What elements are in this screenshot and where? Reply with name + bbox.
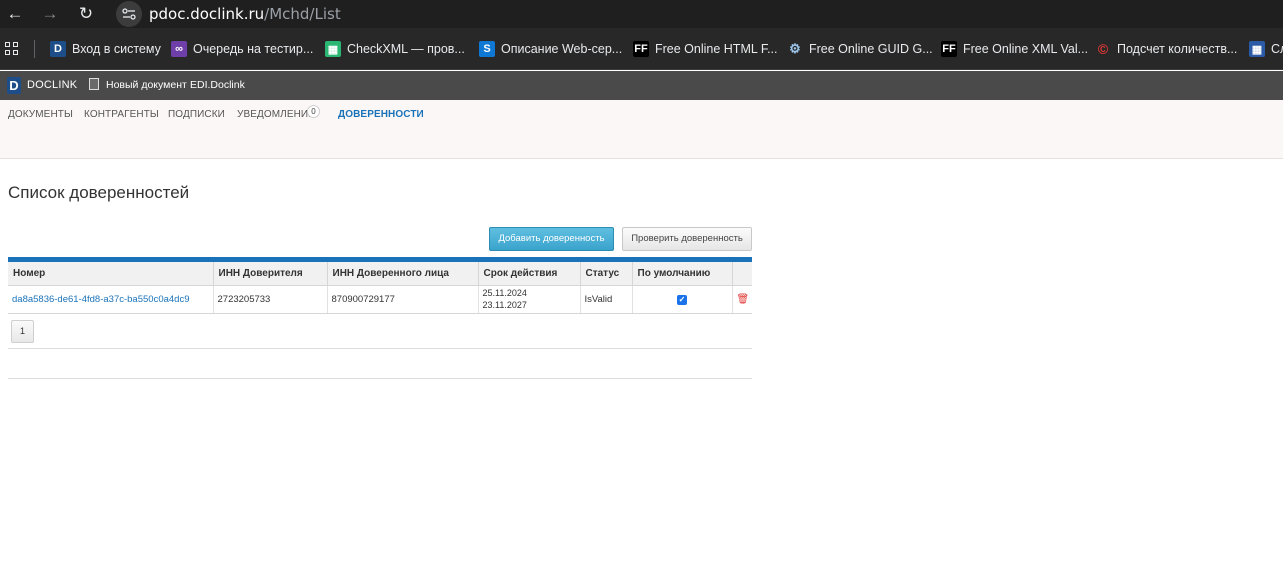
powers-of-attorney-table: Номер ИНН Доверителя ИНН Доверенного лиц… [8, 257, 752, 314]
app-header: D DOCLINK Новый документ EDI.Doclink [0, 71, 1283, 100]
cell-inn-trustee: 870900729177 [327, 285, 479, 314]
power-of-attorney-number-link[interactable]: da8a5836-de61-4fd8-a37c-ba550c0a4dc9 [12, 294, 189, 305]
bookmark-label: Free Online HTML F... [655, 42, 778, 56]
bookmark-label: Вход в систему [72, 42, 161, 56]
bookmark-label: CheckXML — пров... [347, 42, 465, 56]
cell-validity: 25.11.2024 23.11.2027 [478, 285, 581, 314]
column-header-inn-trustee[interactable]: ИНН Доверенного лица [327, 262, 479, 286]
bookmark-label: Описание Web-сер... [501, 42, 623, 56]
page-button[interactable]: 1 [11, 320, 34, 343]
cell-default: ✓ [632, 285, 733, 314]
doc-icon: ▦ [1249, 41, 1265, 57]
main-nav: ДОКУМЕНТЫ КОНТРАГЕНТЫ ПОДПИСКИ УВЕДОМЛЕН… [0, 100, 1283, 159]
bookmark-label: Сл [1271, 42, 1283, 56]
bookmark-web-service[interactable]: S Описание Web-сер... [479, 40, 622, 58]
bookmark-label: Free Online GUID G... [809, 42, 933, 56]
sharepoint-icon: S [479, 41, 495, 57]
check-power-of-attorney-button[interactable]: Проверить доверенность [622, 227, 752, 251]
logo-text[interactable]: DOCLINK [27, 79, 77, 91]
pagination: 1 [8, 314, 752, 349]
bookmark-label: Очередь на тестир... [193, 42, 314, 56]
site-info-icon[interactable] [116, 1, 142, 27]
column-header-actions [732, 262, 752, 286]
new-document-icon [89, 78, 99, 90]
url-host: pdoc.doclink.ru [149, 5, 265, 23]
gears-icon: ⚙ [789, 41, 801, 56]
apps-grid-icon[interactable] [5, 42, 19, 56]
bookmark-label: Free Online XML Val... [963, 42, 1089, 56]
notifications-badge: 0 [307, 105, 320, 118]
nav-counterparties[interactable]: КОНТРАГЕНТЫ [84, 109, 159, 120]
browser-address-bar: ← → ↻ pdoc.doclink.ru/Mchd/List [0, 0, 1283, 28]
column-header-validity[interactable]: Срок действия [478, 262, 581, 286]
doclink-icon: D [50, 41, 66, 57]
bookmark-guid-generator[interactable]: ⚙ Free Online GUID G... [787, 40, 933, 58]
new-document-link[interactable]: Новый документ [106, 79, 187, 91]
bookmarks-bar: D Вход в систему ∞ Очередь на тестир... … [0, 28, 1283, 70]
bookmark-other[interactable]: ▦ Сл [1249, 40, 1283, 58]
bookmark-xml-validator[interactable]: FF Free Online XML Val... [941, 40, 1088, 58]
cell-status: IsValid [580, 285, 633, 314]
bookmark-label: Подсчет количеств... [1117, 42, 1238, 56]
doclink-logo-icon[interactable]: D [7, 77, 21, 94]
cell-inn-principal: 2723205733 [213, 285, 328, 314]
bookmark-test-queue[interactable]: ∞ Очередь на тестир... [171, 40, 313, 58]
url-field[interactable]: pdoc.doclink.ru/Mchd/List [149, 5, 341, 23]
cell-actions: 🗑 [732, 285, 752, 314]
table-row: da8a5836-de61-4fd8-a37c-ba550c0a4dc9 272… [8, 285, 752, 314]
validity-from: 25.11.2024 [482, 288, 527, 298]
forward-arrow-icon[interactable]: → [40, 4, 60, 24]
table-header-row: Номер ИНН Доверителя ИНН Доверенного лиц… [8, 262, 752, 286]
reload-icon[interactable]: ↻ [76, 4, 96, 24]
url-path: /Mchd/List [264, 5, 341, 23]
ff-icon: FF [633, 41, 649, 57]
ff-icon: FF [941, 41, 957, 57]
edi-doclink-link[interactable]: EDI.Doclink [190, 79, 245, 91]
default-checkbox[interactable]: ✓ [677, 294, 687, 305]
nav-notifications[interactable]: УВЕДОМЛЕНИЯ [237, 109, 316, 120]
column-header-number[interactable]: Номер [8, 262, 214, 286]
delete-trash-icon[interactable]: 🗑 [737, 294, 750, 305]
bookmark-html-formatter[interactable]: FF Free Online HTML F... [633, 40, 778, 58]
visual-studio-icon: ∞ [171, 41, 187, 57]
bookmark-checkxml[interactable]: ▦ CheckXML — пров... [325, 40, 465, 58]
nav-subscriptions[interactable]: ПОДПИСКИ [168, 109, 225, 120]
bottom-divider [8, 378, 752, 379]
add-power-of-attorney-button[interactable]: Добавить доверенность [489, 227, 614, 251]
bookmarks-separator [34, 40, 35, 58]
checkxml-icon: ▦ [325, 41, 341, 57]
back-arrow-icon[interactable]: ← [5, 4, 25, 24]
column-header-status[interactable]: Статус [580, 262, 633, 286]
cell-number: da8a5836-de61-4fd8-a37c-ba550c0a4dc9 [8, 285, 214, 314]
bookmark-char-counter[interactable]: © Подсчет количеств... [1095, 40, 1238, 58]
validity-to: 23.11.2027 [482, 300, 527, 310]
nav-documents[interactable]: ДОКУМЕНТЫ [8, 109, 73, 120]
nav-powers-of-attorney[interactable]: ДОВЕРЕННОСТИ [338, 109, 424, 120]
bookmark-login[interactable]: D Вход в систему [50, 40, 161, 58]
page-title: Список доверенностей [8, 183, 190, 202]
column-header-default[interactable]: По умолчанию [632, 262, 733, 286]
column-header-inn-principal[interactable]: ИНН Доверителя [213, 262, 328, 286]
copyright-icon: © [1097, 41, 1109, 57]
